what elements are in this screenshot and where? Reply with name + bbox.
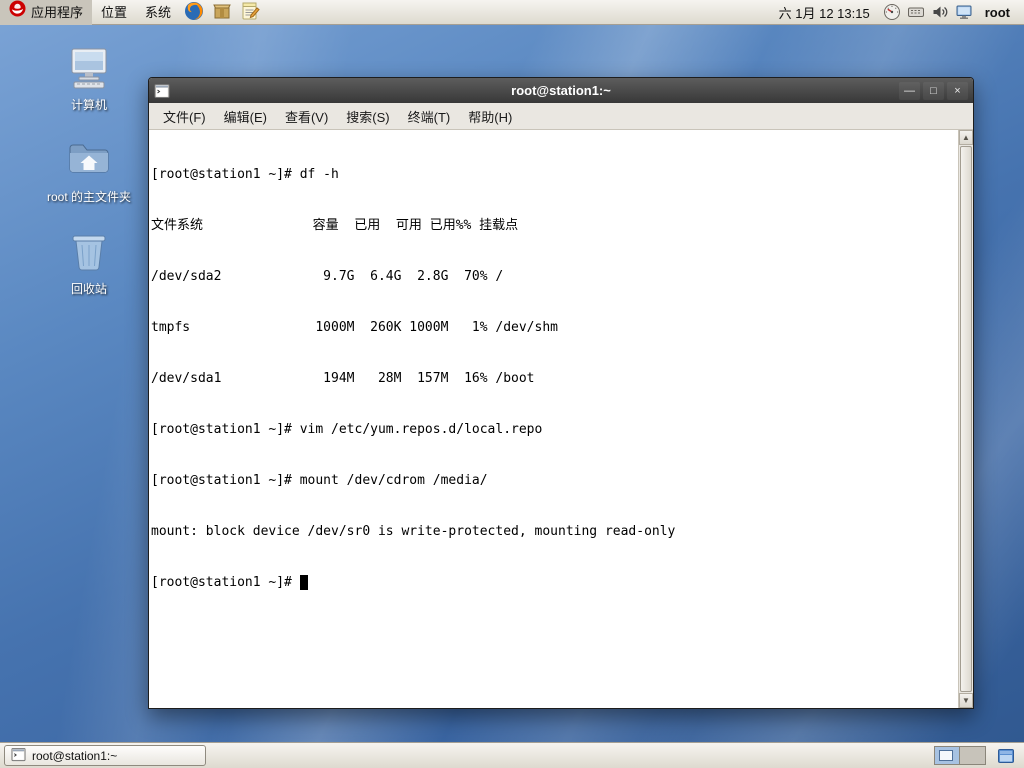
- terminal-window: root@station1:~ — □ × 文件(F) 编辑(E) 查看(V) …: [148, 77, 974, 709]
- terminal-titlebar[interactable]: root@station1:~ — □ ×: [149, 78, 973, 103]
- keyboard-icon[interactable]: [904, 0, 928, 25]
- terminal-window-icon: [154, 82, 172, 100]
- system-menu-label: 系统: [145, 0, 171, 25]
- panel-right: 六 1月 12 13:15 root: [769, 0, 1024, 25]
- bottom-panel: root@station1:~: [0, 742, 1024, 768]
- window-controls: — □ ×: [899, 82, 968, 100]
- window-title: root@station1:~: [149, 83, 973, 98]
- terminal-line: 文件系统 容量 已用 可用 已用%% 挂载点: [151, 217, 956, 234]
- taskbar-window-button[interactable]: root@station1:~: [4, 745, 206, 766]
- workspace-2[interactable]: [960, 747, 985, 764]
- user-switcher[interactable]: root: [976, 5, 1024, 20]
- package-icon: [212, 1, 232, 24]
- terminal-area: [root@station1 ~]# df -h 文件系统 容量 已用 可用 已…: [149, 130, 973, 708]
- terminal-cursor: [300, 575, 308, 590]
- terminal-line: mount: block device /dev/sr0 is write-pr…: [151, 523, 956, 540]
- scroll-down-arrow[interactable]: ▼: [959, 693, 973, 708]
- maximize-button[interactable]: □: [923, 82, 944, 100]
- menu-terminal[interactable]: 终端(T): [399, 103, 460, 130]
- top-panel: 应用程序 位置 系统 六 1月 12 13:15: [0, 0, 1024, 25]
- speaker-icon[interactable]: [928, 0, 952, 25]
- terminal-line: [root@station1 ~]# mount /dev/cdrom /med…: [151, 472, 956, 489]
- firefox-launcher[interactable]: [182, 0, 206, 25]
- menu-help[interactable]: 帮助(H): [459, 103, 521, 130]
- terminal-output[interactable]: [root@station1 ~]# df -h 文件系统 容量 已用 可用 已…: [149, 130, 958, 708]
- clock-applet[interactable]: 六 1月 12 13:15: [769, 3, 880, 22]
- redhat-icon: [9, 0, 26, 25]
- computer-icon: [66, 44, 112, 95]
- display-icon[interactable]: [952, 0, 976, 25]
- scrollbar-thumb[interactable]: [960, 146, 972, 692]
- minimize-button[interactable]: —: [899, 82, 920, 100]
- terminal-line: [root@station1 ~]# df -h: [151, 166, 956, 183]
- terminal-scrollbar[interactable]: ▲ ▼: [958, 130, 973, 708]
- applications-menu[interactable]: 应用程序: [0, 0, 92, 25]
- menu-search[interactable]: 搜索(S): [337, 103, 398, 130]
- gauge-icon[interactable]: [880, 0, 904, 25]
- menu-edit[interactable]: 编辑(E): [215, 103, 276, 130]
- desktop-icons: 计算机 root 的主文件夹 回收站: [34, 44, 144, 296]
- close-button[interactable]: ×: [947, 82, 968, 100]
- trash-icon: [66, 228, 112, 279]
- applications-menu-label: 应用程序: [31, 0, 83, 25]
- workspace-switcher: [934, 746, 986, 765]
- places-menu-label: 位置: [101, 0, 127, 25]
- desktop-icon-label: 回收站: [71, 282, 107, 296]
- desktop-icon-computer[interactable]: 计算机: [34, 44, 144, 112]
- terminal-line: tmpfs 1000M 260K 1000M 1% /dev/shm: [151, 319, 956, 336]
- workspace-1[interactable]: [935, 747, 960, 764]
- menu-file[interactable]: 文件(F): [154, 103, 215, 130]
- desktop-icon-label: 计算机: [71, 98, 107, 112]
- scroll-up-arrow[interactable]: ▲: [959, 130, 973, 145]
- home-folder-icon: [66, 136, 112, 187]
- terminal-line: /dev/sda2 9.7G 6.4G 2.8G 70% /: [151, 268, 956, 285]
- terminal-prompt-line: [root@station1 ~]#: [151, 574, 956, 591]
- screen: 应用程序 位置 系统 六 1月 12 13:15: [0, 0, 1024, 768]
- terminal-line: /dev/sda1 194M 28M 157M 16% /boot: [151, 370, 956, 387]
- terminal-task-icon: [11, 747, 26, 765]
- desktop-icon-home[interactable]: root 的主文件夹: [34, 136, 144, 204]
- text-editor-launcher[interactable]: [238, 0, 262, 25]
- taskbar-window-label: root@station1:~: [32, 749, 117, 763]
- shell-prompt: [root@station1 ~]#: [151, 575, 300, 590]
- desktop-icon-label: root 的主文件夹: [47, 190, 131, 204]
- system-menu[interactable]: 系统: [136, 0, 180, 25]
- workspace-window-thumbnail: [939, 750, 953, 761]
- text-editor-icon: [240, 1, 260, 24]
- terminal-line: [root@station1 ~]# vim /etc/yum.repos.d/…: [151, 421, 956, 438]
- terminal-menubar: 文件(F) 编辑(E) 查看(V) 搜索(S) 终端(T) 帮助(H): [149, 103, 973, 130]
- firefox-icon: [184, 1, 204, 24]
- show-desktop-applet[interactable]: [994, 743, 1018, 768]
- menu-view[interactable]: 查看(V): [276, 103, 337, 130]
- places-menu[interactable]: 位置: [92, 0, 136, 25]
- package-manager-launcher[interactable]: [210, 0, 234, 25]
- desktop-icon-trash[interactable]: 回收站: [34, 228, 144, 296]
